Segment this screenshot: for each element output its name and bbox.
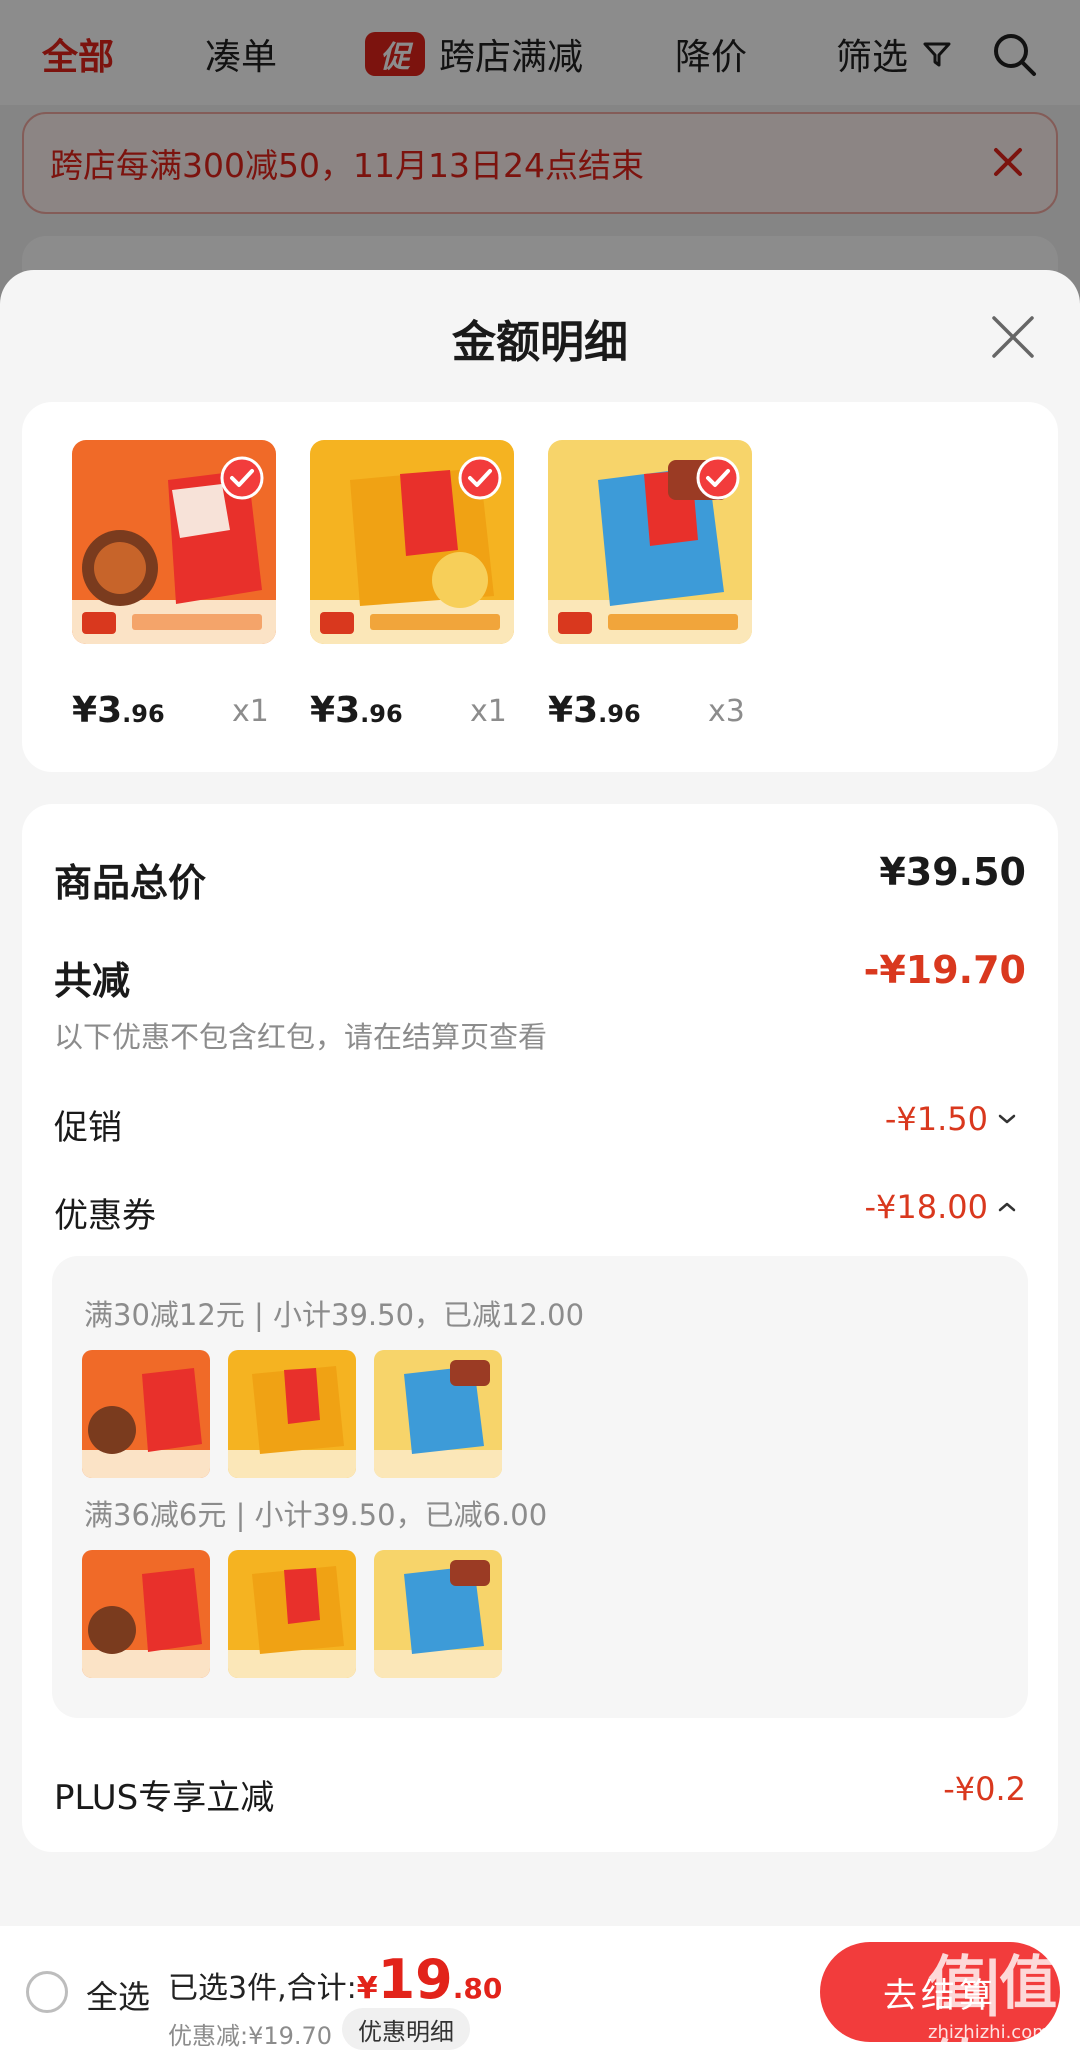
discount-amount-text: 优惠减:¥19.70: [168, 2022, 333, 2050]
coupon-product-thumbnail: [228, 1550, 356, 1678]
check-circle-icon[interactable]: [458, 456, 502, 500]
discount-detail-button[interactable]: 优惠明细: [342, 2008, 470, 2050]
site-watermark: 值|值|值: [928, 1949, 1074, 2063]
coupon-product-thumbnail: [374, 1350, 502, 1478]
total-amount-integer: 19: [377, 1948, 453, 2011]
coupon-toggle[interactable]: -¥18.00: [864, 1188, 1018, 1226]
promotion-toggle[interactable]: -¥1.50: [885, 1100, 1018, 1138]
plus-discount-value: -¥0.2: [943, 1770, 1026, 1808]
coupon-label: 优惠券: [54, 1196, 156, 1236]
total-price-value: ¥39.50: [879, 850, 1026, 894]
chevron-up-icon: [998, 1202, 1016, 1212]
coupon-rule-line: 满30减12元 | 小计39.50，已减12.00: [84, 1298, 585, 1332]
product-quantity: x1: [470, 694, 507, 729]
coupon-breakdown: 满30减12元 | 小计39.50，已减12.00 满36减6元 | 小计39.…: [52, 1256, 1028, 1718]
product-price: ¥3.96: [310, 690, 403, 731]
discount-note: 以下优惠不包含红包，请在结算页查看: [54, 1020, 548, 1054]
selected-summary: 已选3件,合计: ¥ 19 .80: [168, 1948, 502, 2011]
check-circle-icon[interactable]: [220, 456, 264, 500]
product-quantity: x3: [708, 694, 745, 729]
close-icon[interactable]: [990, 314, 1036, 360]
select-all-checkbox[interactable]: [26, 1971, 68, 2013]
product-quantity: x1: [232, 694, 269, 729]
promotion-label: 促销: [54, 1108, 122, 1148]
plus-discount-label: PLUS专享立减: [54, 1778, 275, 1818]
product-price: ¥3.96: [72, 690, 165, 731]
selected-count-text: 已选3件,合计:: [168, 1971, 357, 2006]
coupon-product-thumbnail: [374, 1550, 502, 1678]
chevron-down-icon: [998, 1114, 1016, 1124]
price-detail-card: 商品总价 ¥39.50 共减 -¥19.70 以下优惠不包含红包，请在结算页查看…: [22, 804, 1058, 1852]
coupon-product-thumbnail: [82, 1550, 210, 1678]
total-price-label: 商品总价: [54, 861, 207, 905]
check-circle-icon[interactable]: [696, 456, 740, 500]
total-currency: ¥: [356, 1971, 378, 2006]
coupon-value: -¥18.00: [864, 1188, 988, 1226]
coupon-product-thumbnail: [82, 1350, 210, 1478]
total-reduce-label: 共减: [54, 959, 131, 1003]
sheet-title: 金额明细: [452, 317, 628, 368]
selected-products-card: ¥3.96 x1 ¥3.96 x1 ¥3.96 x3: [22, 402, 1058, 772]
promotion-value: -¥1.50: [884, 1100, 988, 1138]
total-amount-decimal: .80: [452, 1972, 503, 2005]
product-price: ¥3.96: [548, 690, 641, 731]
coupon-product-thumbnail: [228, 1350, 356, 1478]
select-all-label[interactable]: 全选: [86, 1972, 150, 2018]
amount-detail-sheet: 金额明细 ¥3.96 x1 ¥3.96 x1 ¥3.96 x3 商品总价 ¥39…: [0, 270, 1080, 1950]
checkout-bar: 全选 已选3件,合计: ¥ 19 .80 优惠减:¥19.70 优惠明细 去结算…: [0, 1926, 1080, 2063]
site-watermark-url: zhizhizhi.com: [928, 2022, 1050, 2043]
total-reduce-value: -¥19.70: [863, 948, 1026, 992]
coupon-rule-line: 满36减6元 | 小计39.50，已减6.00: [84, 1498, 548, 1532]
